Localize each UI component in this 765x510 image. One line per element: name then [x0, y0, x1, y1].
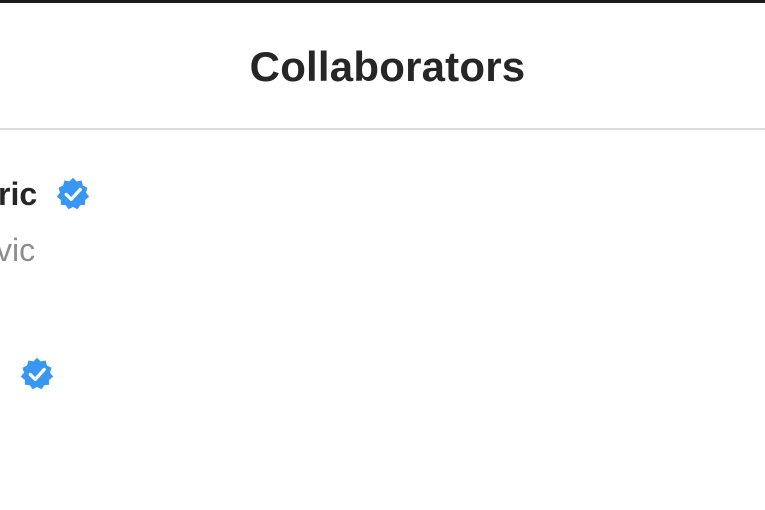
collaborators-sheet: Collaborators ric vic — [0, 0, 765, 510]
collaborator-username: vic — [0, 232, 36, 268]
verified-badge-icon — [19, 356, 55, 392]
collaborator-row[interactable] — [0, 348, 765, 418]
page-title: Collaborators — [249, 43, 526, 90]
verified-badge-icon — [55, 176, 91, 212]
sheet-header: Collaborators — [0, 3, 765, 129]
collaborator-row[interactable]: ric vic — [0, 168, 765, 278]
collaborator-name: ric — [0, 176, 38, 212]
header-divider — [0, 128, 765, 130]
